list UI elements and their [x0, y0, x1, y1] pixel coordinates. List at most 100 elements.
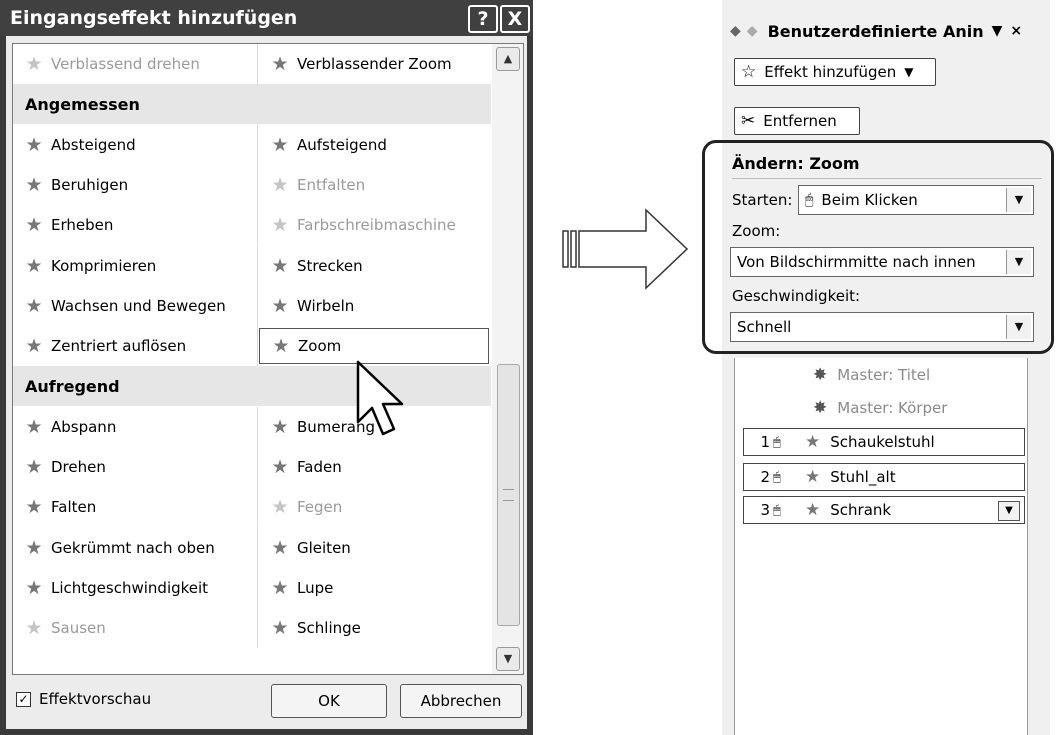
star-icon: ★ — [271, 455, 289, 478]
preview-checkbox[interactable]: ✓ — [16, 691, 31, 707]
scroll-thumb[interactable] — [497, 364, 520, 626]
effect-item[interactable]: ★ Abspann — [13, 407, 258, 447]
effect-item-label: Zentriert auflösen — [51, 337, 187, 355]
zoom-value: Von Bildschirmmitte nach innen — [737, 253, 976, 271]
star-icon: ★ — [25, 495, 43, 518]
forward-arrow-icon[interactable]: ◆ — [747, 23, 758, 39]
effect-item-label: Aufsteigend — [297, 136, 387, 154]
effect-item[interactable]: ★ Gekrümmt nach oben — [13, 528, 258, 568]
effect-item[interactable]: ★ Farbschreibmaschine — [259, 205, 492, 245]
star-icon: ★ — [271, 213, 289, 236]
effect-item[interactable]: ★ Fegen — [259, 487, 492, 527]
pane-title: Benutzerdefinierte Anin — [767, 21, 984, 41]
pane-menu-dropdown-icon[interactable]: ▼ — [992, 23, 1003, 39]
star-icon: ★ — [25, 334, 43, 357]
zoom-combobox[interactable]: Von Bildschirmmitte nach innen ▼ — [730, 247, 1034, 277]
master-body-label: Master: Körper — [837, 399, 948, 417]
zoom-dropdown-icon[interactable]: ▼ — [1006, 250, 1031, 274]
star-icon: ★ — [25, 133, 43, 156]
preview-checkbox-row[interactable]: ✓ Effektvorschau — [16, 690, 151, 708]
scroll-down-button[interactable]: ▼ — [496, 647, 520, 671]
add-entrance-effect-dialog: Eingangseffekt hinzufügen ? X ★ Verblasse… — [0, 0, 533, 735]
star-icon: ★ — [271, 536, 289, 559]
cancel-button[interactable]: Abbrechen — [400, 684, 522, 718]
effect-row[interactable]: 1 🖱 ★ Schaukelstuhl — [743, 428, 1025, 456]
effect-item[interactable]: ★ Wachsen und Bewegen — [13, 286, 258, 326]
start-dropdown-icon[interactable]: ▼ — [1006, 188, 1031, 212]
add-effect-button[interactable]: ☆ Effekt hinzufügen ▼ — [734, 58, 936, 86]
effect-item[interactable]: ★ Beruhigen — [13, 165, 258, 205]
star-icon: ★ — [805, 432, 821, 452]
effect-item[interactable]: ★ Zoom — [259, 328, 489, 364]
effect-item-label: Zoom — [298, 337, 342, 355]
add-effect-label: Effekt hinzufügen — [764, 63, 897, 81]
effect-item-label: Schlinge — [297, 619, 361, 637]
star-icon: ★ — [805, 467, 821, 487]
effect-item[interactable]: ★ Absteigend — [13, 125, 258, 165]
star-icon: ★ — [271, 415, 289, 438]
star-icon: ★ — [271, 576, 289, 599]
star-icon: ★ — [25, 536, 43, 559]
effect-item[interactable]: ★ Drehen — [13, 447, 258, 487]
effect-item-label: Fegen — [297, 498, 343, 516]
pane-close-icon[interactable]: × — [1010, 23, 1022, 39]
effect-dropdown-icon[interactable]: ▼ — [998, 501, 1020, 521]
start-combobox[interactable]: 🖱 Beim Klicken ▼ — [798, 185, 1034, 215]
effect-item-label: Absteigend — [51, 136, 136, 154]
speed-combobox[interactable]: Schnell ▼ — [730, 312, 1034, 342]
effect-item-label: Abspann — [51, 418, 117, 436]
start-label: Starten: — [732, 191, 793, 209]
effect-name: Stuhl_alt — [830, 468, 896, 486]
effect-item[interactable]: ★ Komprimieren — [13, 246, 258, 286]
effect-item[interactable]: ★ Verblassender Zoom — [259, 44, 492, 84]
effect-item[interactable]: ★ Aufsteigend — [259, 125, 492, 165]
effect-list: ★ Verblassend drehen ★ Verblassender Zoom An… — [12, 43, 524, 675]
effect-item[interactable]: ★ Falten — [13, 487, 258, 527]
star-icon: ★ — [25, 576, 43, 599]
effect-item[interactable]: ★ Faden — [259, 447, 492, 487]
effect-item[interactable]: ★ Wirbeln — [259, 286, 492, 326]
back-arrow-icon[interactable]: ◆ — [730, 23, 741, 39]
scroll-up-button[interactable]: ▲ — [496, 47, 520, 71]
effect-item[interactable]: ★ Lichtgeschwindigkeit — [13, 568, 258, 608]
star-icon: ★ — [271, 495, 289, 518]
effect-item[interactable]: ★ Lupe — [259, 568, 492, 608]
ok-button[interactable]: OK — [271, 684, 387, 718]
dialog-titlebar: Eingangseffekt hinzufügen ? X — [0, 0, 533, 36]
preview-checkbox-label: Effektvorschau — [39, 690, 152, 708]
mouse-pointer-icon — [356, 360, 404, 436]
effect-item[interactable]: ★ Erheben — [13, 205, 258, 245]
zoom-label: Zoom: — [732, 222, 781, 240]
effect-item[interactable]: ★ Entfalten — [259, 165, 492, 205]
effect-item[interactable]: ★ Gleiten — [259, 528, 492, 568]
close-button[interactable]: X — [500, 5, 530, 33]
effect-item[interactable]: ★ Verblassend drehen — [13, 44, 258, 84]
effect-item[interactable]: ★ Sausen — [13, 608, 258, 648]
mouse-click-icon: 🖱 — [773, 434, 781, 450]
star-icon: ★ — [25, 455, 43, 478]
effect-row[interactable]: 2 🖱 ★ Stuhl_alt — [743, 463, 1025, 491]
effect-item[interactable]: ★ Zentriert auflösen — [13, 326, 258, 366]
effect-item-label: Beruhigen — [51, 176, 129, 194]
help-button[interactable]: ? — [468, 5, 498, 33]
speed-dropdown-icon[interactable]: ▼ — [1006, 315, 1031, 339]
master-title-label: Master: Titel — [837, 366, 931, 384]
list-item-master-title[interactable]: ✸ Master: Titel — [813, 365, 930, 385]
effect-item[interactable]: ★ Strecken — [259, 246, 492, 286]
effect-name: Schaukelstuhl — [830, 433, 935, 451]
effect-item-label: Entfalten — [297, 176, 366, 194]
effect-item-label: Drehen — [51, 458, 106, 476]
effect-item[interactable]: ★ Schlinge — [259, 608, 492, 648]
remove-button[interactable]: ✂ Entfernen — [734, 107, 860, 135]
star-icon: ★ — [25, 294, 43, 317]
star-icon: ★ — [271, 173, 289, 196]
vertical-scrollbar[interactable]: ▲ ▼ — [492, 44, 523, 674]
effect-row[interactable]: 3 🖱 ★ Schrank ▼ — [743, 496, 1025, 524]
star-icon: ★ — [271, 254, 289, 277]
list-item-master-body[interactable]: ✸ Master: Körper — [813, 398, 947, 418]
effect-number: 3 — [760, 501, 770, 519]
effect-item-label: Lichtgeschwindigkeit — [51, 579, 209, 597]
remove-label: Entfernen — [763, 112, 837, 130]
effect-item-label: Verblassender Zoom — [297, 55, 452, 73]
effect-item-label: Sausen — [51, 619, 106, 637]
